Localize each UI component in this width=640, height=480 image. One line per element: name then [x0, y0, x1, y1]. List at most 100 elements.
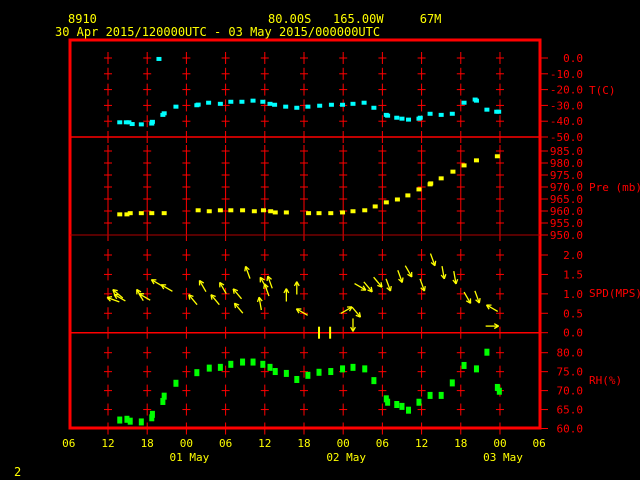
pressure-axis-label: Pre (mb)	[589, 181, 640, 194]
pressure-point	[372, 204, 378, 209]
x-tick-label: 06	[219, 437, 232, 450]
wind-arrow	[232, 288, 243, 300]
pressure-point	[350, 209, 356, 214]
plot-frame	[68, 38, 542, 430]
pressure-point	[272, 210, 278, 215]
temperature-point	[250, 98, 256, 103]
temperature-point	[267, 101, 273, 106]
relative_humidity-point	[484, 348, 490, 356]
wind-arrow	[452, 271, 459, 285]
relative_humidity-point	[194, 369, 200, 377]
relative_humidity-point	[228, 360, 234, 368]
pressure-point	[450, 169, 456, 174]
wind-arrow	[293, 281, 300, 295]
pressure-point	[195, 208, 201, 213]
relative_humidity-point	[305, 371, 311, 379]
relative_humidity-point	[283, 369, 289, 377]
y-tick-label: 2.0	[563, 249, 583, 262]
temperature-point	[350, 101, 356, 106]
temperature-point	[239, 99, 245, 104]
relative_humidity-point	[260, 360, 266, 368]
x-tick-label: 18	[454, 437, 467, 450]
relative_humidity-point	[149, 410, 155, 418]
grid-crosses	[104, 52, 504, 435]
relative_humidity-point	[294, 375, 300, 383]
temperature-point	[283, 104, 289, 109]
wind-arrow-head	[266, 275, 269, 282]
temperature-point	[317, 103, 323, 108]
relative_humidity-point	[161, 392, 167, 400]
x-tick-label: 06	[533, 437, 546, 450]
relative_humidity-point	[385, 398, 391, 406]
wind-series	[106, 253, 499, 339]
temperature-point	[117, 120, 123, 125]
wind-arrow	[233, 302, 244, 314]
y-tick-label: 65.0	[557, 404, 584, 417]
relative_humidity-axis-label: RH(%)	[589, 374, 622, 387]
wind-arrow-head	[434, 260, 437, 266]
relative_humidity-point	[399, 402, 405, 410]
x-tick-label: 06	[62, 437, 75, 450]
wind-arrow-head	[455, 278, 459, 285]
pressure-point	[394, 197, 400, 202]
wind-arrow	[244, 265, 251, 279]
x-tick-label: 12	[258, 437, 271, 450]
temperature-point	[328, 102, 334, 107]
pressure-point	[251, 209, 257, 214]
pressure-point	[340, 210, 346, 215]
relative_humidity-point	[217, 363, 223, 371]
relative_humidity-point	[206, 364, 212, 372]
temperature-point	[484, 107, 490, 112]
pressure-point	[362, 208, 368, 213]
temperature-point	[496, 109, 502, 114]
wind-arrow	[397, 270, 404, 283]
relative_humidity-series	[117, 348, 502, 426]
temperature-point	[156, 56, 162, 61]
temperature-point	[272, 102, 278, 107]
wind-arrow	[404, 265, 413, 278]
pressure-point	[240, 208, 246, 213]
wind-arrow	[373, 276, 383, 288]
pressure-point	[416, 187, 422, 192]
relative_humidity-point	[438, 391, 444, 399]
pressure-point	[138, 211, 144, 216]
relative_humidity-point	[427, 391, 433, 399]
y-tick-label: -30.0	[550, 99, 583, 112]
wind-arrow-head	[263, 283, 266, 289]
temperature-point	[449, 111, 455, 116]
relative_humidity-point	[250, 358, 256, 366]
relative_humidity-point	[406, 406, 412, 414]
wind-arrow	[340, 306, 353, 314]
wind-arrow	[188, 294, 198, 306]
y-tick-label: 0.5	[563, 307, 583, 320]
relative_humidity-point	[461, 361, 467, 369]
wind-arrow-head	[443, 273, 447, 280]
pressure-point	[438, 176, 444, 181]
wind-arrow	[198, 279, 207, 293]
x-tick-label: 12	[101, 437, 114, 450]
relative_humidity-point	[340, 365, 346, 373]
y-tick-label: -50.0	[550, 131, 583, 144]
temperature-point	[394, 115, 400, 120]
temperature-point	[294, 105, 300, 110]
pressure-point	[428, 181, 434, 186]
pressure-point	[217, 208, 223, 213]
wind-arrow	[283, 288, 290, 302]
temperature-point	[195, 102, 201, 107]
temperature-point	[138, 122, 144, 127]
y-tick-label: 60.0	[557, 423, 584, 436]
pressure-point	[383, 200, 389, 205]
relative_humidity-point	[371, 377, 377, 385]
relative_humidity-point	[496, 387, 502, 395]
pressure-point	[268, 209, 274, 214]
temperature-point	[217, 101, 223, 106]
pressure-point	[405, 193, 411, 198]
wind-arrow	[440, 265, 447, 280]
temperature-point	[305, 104, 311, 109]
temperature-point	[173, 104, 179, 109]
pressure-point	[228, 208, 234, 213]
wind-arrow-head	[389, 285, 392, 292]
pressure-point	[494, 154, 500, 159]
temperature-point	[371, 105, 377, 110]
relative_humidity-point	[362, 365, 368, 373]
